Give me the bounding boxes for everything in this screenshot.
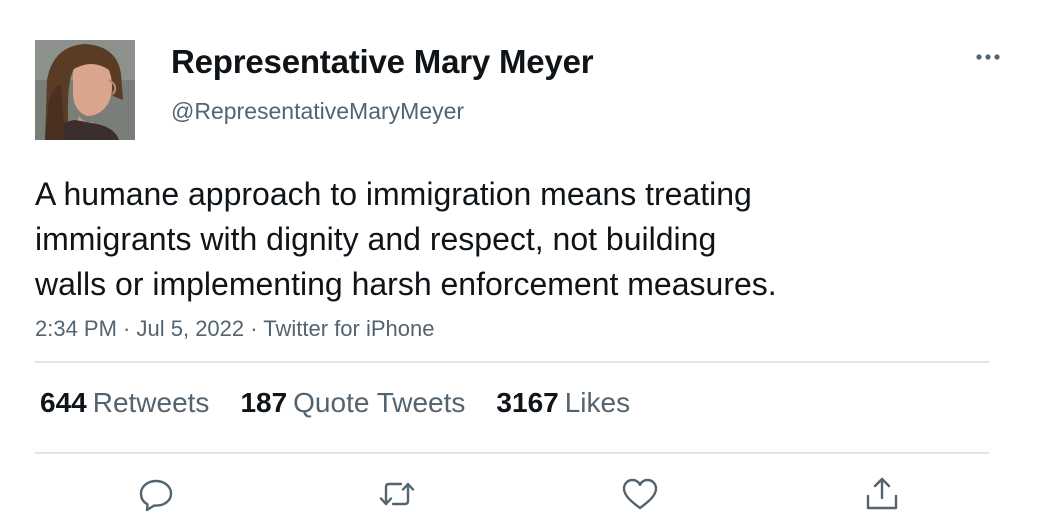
tweet-text-line: A humane approach to immigration means t… [35,176,752,212]
share-button[interactable] [862,474,902,514]
likes-stat[interactable]: 3167 Likes [496,387,630,419]
quote-tweets-count: 187 [240,387,288,418]
divider [35,452,989,454]
username-handle[interactable]: @RepresentativeMaryMeyer [171,98,464,125]
heart-icon [622,478,658,510]
meta-separator: · [244,316,264,341]
avatar-image [35,40,135,140]
tweet-text-line: immigrants with dignity and respect, not… [35,221,717,257]
meta-separator: · [116,316,137,341]
retweets-label: Retweets [92,387,210,418]
reply-icon [139,479,173,512]
tweet-source[interactable]: Twitter for iPhone [263,316,434,341]
retweet-icon [379,482,415,506]
retweet-button[interactable] [377,474,417,514]
tweet-metadata: 2:34 PM · Jul 5, 2022 · Twitter for iPho… [35,316,434,342]
like-button[interactable] [620,474,660,514]
likes-count: 3167 [496,387,559,418]
tweet-date[interactable]: Jul 5, 2022 [137,316,245,341]
retweets-count: 644 [40,387,87,418]
tweet-text-line: walls or implementing harsh enforcement … [35,266,777,302]
more-options-button[interactable] [969,44,1007,70]
likes-label: Likes [564,387,631,418]
reply-button[interactable] [136,474,176,514]
more-dots-icon [976,54,1000,60]
engagement-stats: 644 Retweets 187 Quote Tweets 3167 Likes [40,387,630,419]
display-name[interactable]: Representative Mary Meyer [171,43,594,81]
quote-tweets-stat[interactable]: 187 Quote Tweets [240,387,465,419]
divider [35,361,989,363]
share-icon [866,477,898,510]
quote-tweets-label: Quote Tweets [293,387,466,418]
tweet-time[interactable]: 2:34 PM [35,316,117,341]
avatar[interactable] [35,40,135,140]
tweet-text: A humane approach to immigration means t… [35,172,995,307]
retweets-stat[interactable]: 644 Retweets [40,387,209,419]
